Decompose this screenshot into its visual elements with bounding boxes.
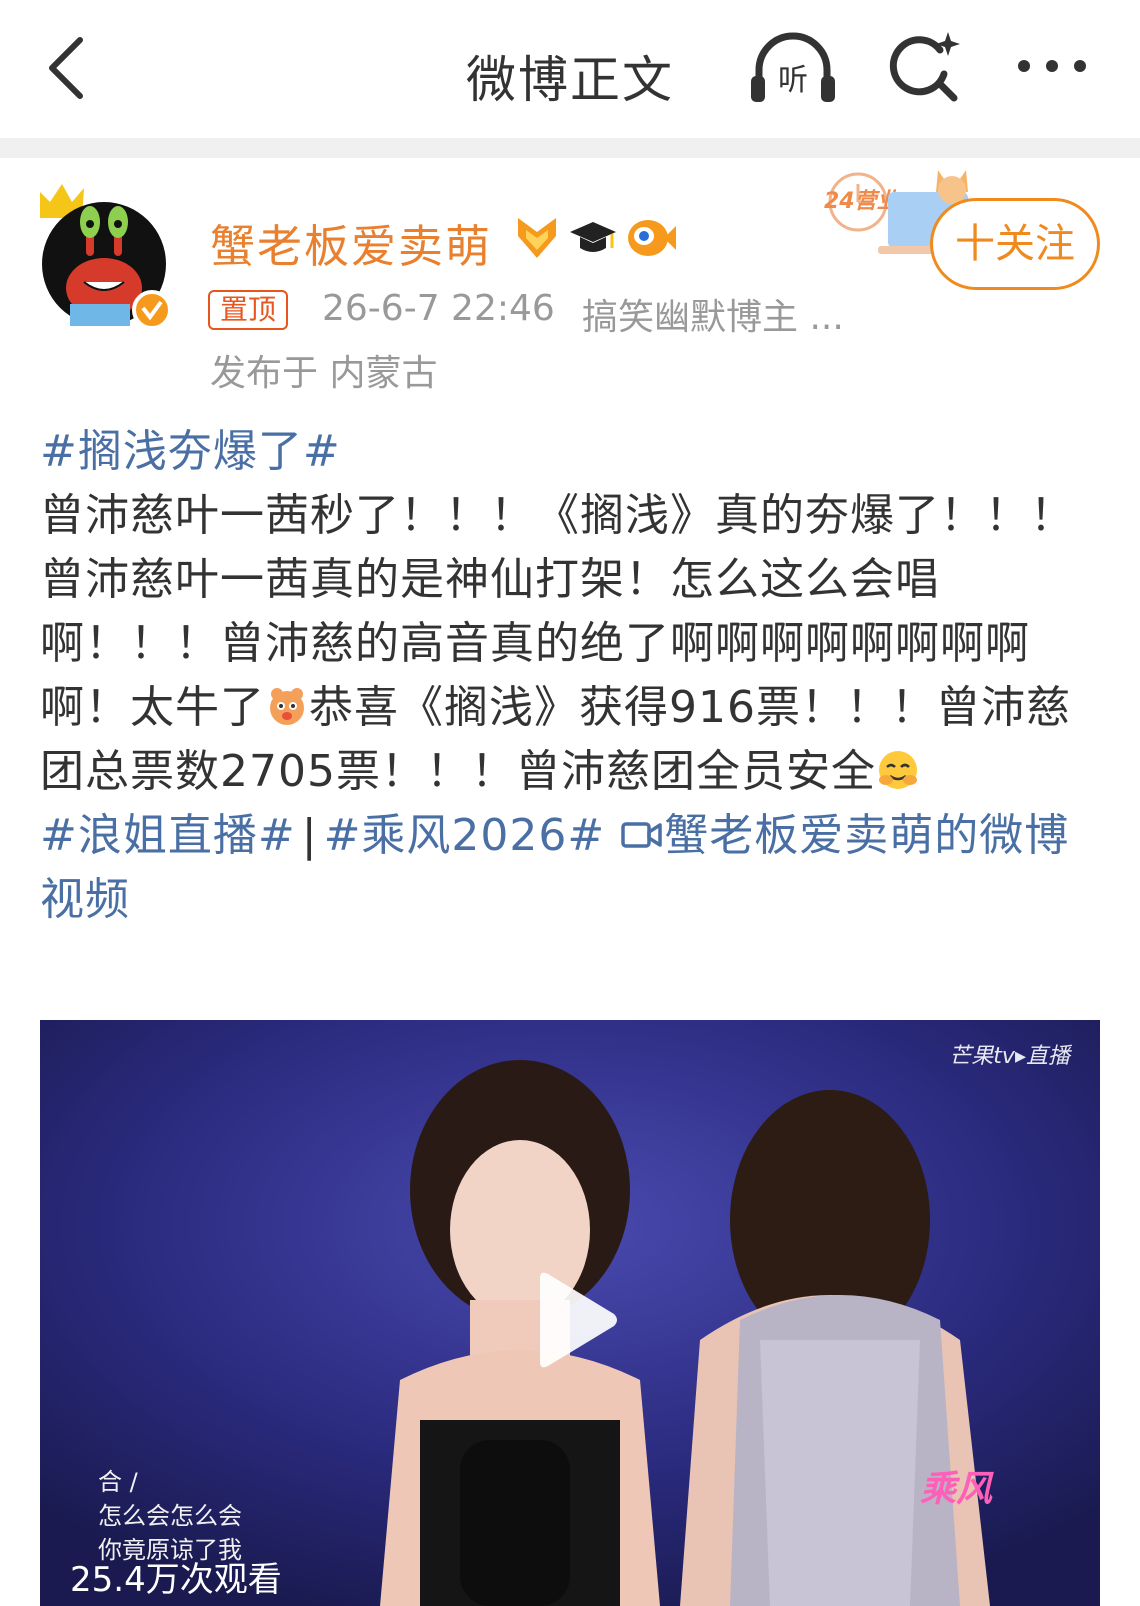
- channel-logo: 芒果tv▸直播: [949, 1044, 1070, 1069]
- search-button[interactable]: [884, 28, 964, 108]
- graduation-cap-icon: [570, 222, 616, 252]
- listen-label: 听: [778, 63, 808, 98]
- topic-link[interactable]: #浪姐直播#: [40, 810, 296, 861]
- more-button[interactable]: [1010, 28, 1094, 108]
- post-location: 发布于 内蒙古: [210, 353, 438, 394]
- subtitle-line: 合 /: [98, 1468, 138, 1496]
- follow-button[interactable]: 十关注: [930, 198, 1100, 290]
- post-timestamp: 26-6-7 22:46: [322, 288, 555, 329]
- topic-separator: |: [301, 810, 318, 861]
- view-count: 25.4万次观看: [70, 1560, 282, 1600]
- video-player[interactable]: 芒果tv▸直播 合 / 怎么会怎么会 你竟原谅了我 乘风 25.4万次观看: [40, 1020, 1100, 1606]
- fish-badge-icon: [628, 220, 676, 256]
- dog-emoji-icon: [270, 688, 304, 725]
- show-logo: 乘风: [920, 1469, 993, 1510]
- pinned-badge: 置顶: [208, 290, 289, 330]
- search-sparkle-icon: [889, 32, 960, 102]
- play-icon: [540, 1272, 617, 1368]
- topic-link[interactable]: #搁浅夯爆了#: [40, 426, 341, 477]
- post-body: #搁浅夯爆了# 曾沛慈叶一茜秒了！！！《搁浅》真的夯爆了！！！曾沛慈叶一茜真的是…: [40, 420, 1100, 932]
- avatar[interactable]: [36, 178, 172, 338]
- hug-emoji-icon: [878, 751, 917, 789]
- video-camera-icon: [621, 822, 663, 848]
- subtitle-line: 怎么会怎么会: [98, 1502, 242, 1530]
- top-nav-bar: 微博正文 听: [0, 0, 1140, 138]
- page-title: 微博正文: [466, 51, 674, 109]
- level-badge-icon: [518, 218, 556, 258]
- more-dots-icon: [1018, 60, 1086, 72]
- author-tag[interactable]: 搞笑幽默博主 ...: [582, 288, 844, 340]
- headphones-icon: 听: [751, 32, 835, 102]
- listen-button[interactable]: 听: [745, 28, 841, 108]
- topic-link[interactable]: #乘风2026#: [324, 810, 606, 861]
- section-divider: [0, 138, 1140, 158]
- author-name[interactable]: 蟹老板爱卖萌: [210, 210, 492, 275]
- verified-badge-icon: [132, 290, 172, 330]
